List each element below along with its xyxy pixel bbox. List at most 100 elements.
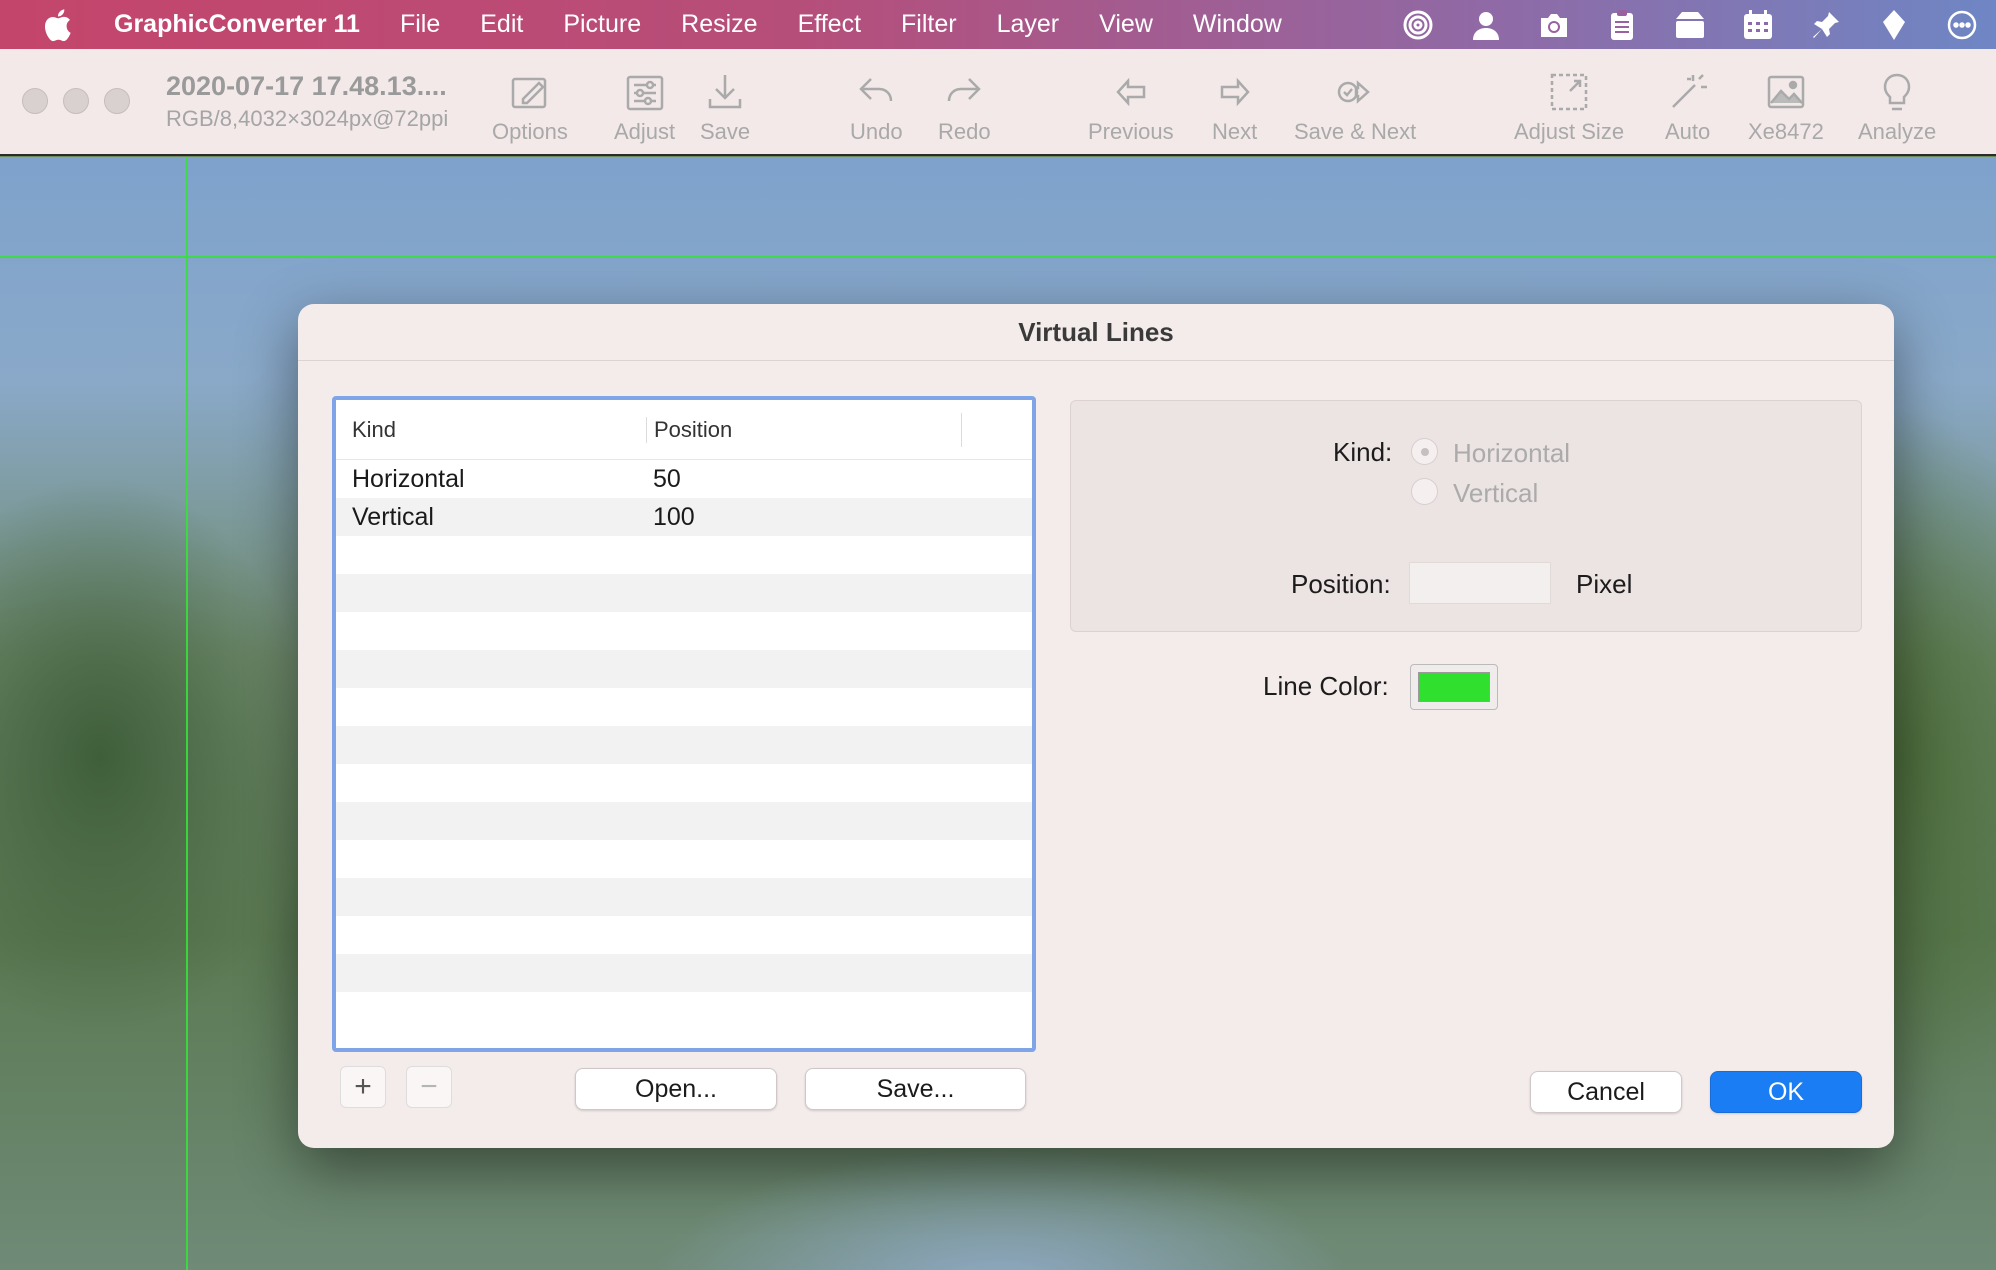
clipboard-icon[interactable]	[1588, 9, 1656, 41]
empty-row	[336, 954, 1032, 992]
calendar-icon[interactable]	[1724, 9, 1792, 40]
cancel-button[interactable]: Cancel	[1530, 1071, 1682, 1113]
undo-label: Undo	[850, 119, 903, 144]
next-label: Next	[1212, 119, 1258, 144]
tag-icon[interactable]	[1860, 9, 1928, 41]
empty-row	[336, 840, 1032, 878]
save-toolbar-button[interactable]: Save	[700, 71, 750, 145]
kind-horizontal-label[interactable]: Horizontal	[1453, 438, 1570, 469]
empty-row	[336, 916, 1032, 954]
resize-icon	[1550, 73, 1588, 111]
kind-label: Kind:	[1333, 437, 1393, 467]
close-window-button[interactable]	[22, 88, 48, 114]
kind-vertical-radio[interactable]	[1411, 478, 1438, 505]
column-header-position[interactable]: Position	[646, 416, 961, 443]
previous-label: Previous	[1088, 119, 1174, 144]
target-icon[interactable]	[1384, 9, 1452, 41]
position-label: Position:	[1291, 569, 1391, 599]
undo-icon	[859, 78, 893, 102]
table-header: Kind Position	[336, 400, 1032, 460]
menu-edit[interactable]: Edit	[480, 10, 523, 39]
status-menu-icons	[1384, 0, 1996, 49]
save-and-next-button[interactable]: Save & Next	[1294, 71, 1416, 145]
menu-window[interactable]: Window	[1193, 10, 1282, 39]
adjust-label: Adjust	[614, 119, 676, 144]
empty-row	[336, 612, 1032, 650]
line-color-label: Line Color:	[1263, 671, 1389, 701]
ok-button[interactable]: OK	[1710, 1071, 1862, 1113]
save-next-icon	[1337, 80, 1371, 104]
analyze-button[interactable]: Analyze	[1858, 71, 1936, 145]
empty-row	[336, 688, 1032, 726]
window-controls	[22, 88, 130, 114]
previous-button[interactable]: Previous	[1088, 71, 1174, 145]
auto-button[interactable]: Auto	[1665, 71, 1710, 145]
empty-row	[336, 536, 1032, 574]
empty-row	[336, 726, 1032, 764]
empty-row	[336, 802, 1032, 840]
pin-icon[interactable]	[1792, 10, 1860, 40]
table-row[interactable]: Horizontal 50	[336, 460, 1032, 498]
zoom-window-button[interactable]	[104, 88, 130, 114]
empty-row	[336, 878, 1032, 916]
save-and-next-label: Save & Next	[1294, 119, 1417, 144]
empty-row	[336, 992, 1032, 1030]
kind-horizontal-radio[interactable]	[1411, 438, 1438, 465]
camera-icon[interactable]	[1520, 11, 1588, 39]
download-icon	[708, 75, 742, 109]
open-button[interactable]: Open...	[575, 1068, 777, 1110]
document-title: 2020-07-17 17.48.13....	[166, 71, 447, 101]
next-button[interactable]: Next	[1212, 71, 1257, 145]
image-icon	[1767, 75, 1805, 109]
virtual-lines-dialog: Virtual Lines Kind Position Horizontal 5…	[298, 304, 1894, 1148]
menu-app-name[interactable]: GraphicConverter 11	[114, 10, 360, 39]
lines-table[interactable]: Kind Position Horizontal 50 Vertical 100	[332, 396, 1036, 1052]
table-row[interactable]: Vertical 100	[336, 498, 1032, 536]
adjust-button[interactable]: Adjust	[614, 71, 675, 145]
empty-row	[336, 764, 1032, 802]
ellipsis-icon[interactable]	[1928, 10, 1996, 40]
cell-position: 100	[653, 502, 695, 531]
lightbulb-icon	[1883, 73, 1911, 111]
user-icon[interactable]	[1452, 9, 1520, 41]
redo-label: Redo	[938, 119, 991, 144]
xe8472-button[interactable]: Xe8472	[1748, 71, 1824, 145]
menu-file[interactable]: File	[400, 10, 440, 39]
menu-layer[interactable]: Layer	[997, 10, 1060, 39]
virtual-line-horizontal	[0, 256, 1996, 258]
minus-icon: −	[420, 1070, 438, 1103]
adjust-icon	[626, 75, 663, 111]
dialog-title: Virtual Lines	[298, 304, 1894, 361]
analyze-label: Analyze	[1858, 119, 1937, 144]
magic-wand-icon	[1671, 74, 1707, 108]
menu-picture[interactable]: Picture	[563, 10, 641, 39]
options-icon	[511, 77, 547, 109]
adjust-size-label: Adjust Size	[1514, 119, 1625, 144]
kind-vertical-label[interactable]: Vertical	[1453, 478, 1538, 509]
save-toolbar-label: Save	[700, 119, 751, 144]
redo-button[interactable]: Redo	[938, 71, 991, 145]
document-info: RGB/8,4032×3024px@72ppi	[166, 106, 449, 131]
remove-line-button[interactable]: −	[406, 1066, 452, 1108]
menu-view[interactable]: View	[1099, 10, 1153, 39]
add-line-button[interactable]: +	[340, 1066, 386, 1108]
table-body: Horizontal 50 Vertical 100	[336, 460, 1032, 1030]
line-color-well[interactable]	[1410, 664, 1498, 710]
options-button[interactable]: Options	[492, 71, 568, 145]
menu-effect[interactable]: Effect	[798, 10, 861, 39]
undo-button[interactable]: Undo	[850, 71, 903, 145]
menu-resize[interactable]: Resize	[681, 10, 757, 39]
arrow-right-icon	[1220, 77, 1250, 107]
column-header-kind[interactable]: Kind	[336, 417, 646, 443]
adjust-size-button[interactable]: Adjust Size	[1514, 71, 1624, 145]
position-input[interactable]	[1409, 562, 1551, 604]
redo-icon	[948, 78, 982, 102]
menu-filter[interactable]: Filter	[901, 10, 957, 39]
window-toolbar: 2020-07-17 17.48.13.... RGB/8,4032×3024p…	[0, 49, 1996, 156]
minimize-window-button[interactable]	[63, 88, 89, 114]
box-icon[interactable]	[1656, 10, 1724, 40]
xe8472-label: Xe8472	[1748, 119, 1824, 144]
apple-menu-icon[interactable]	[42, 8, 98, 42]
save-button[interactable]: Save...	[805, 1068, 1026, 1110]
options-label: Options	[492, 119, 568, 144]
